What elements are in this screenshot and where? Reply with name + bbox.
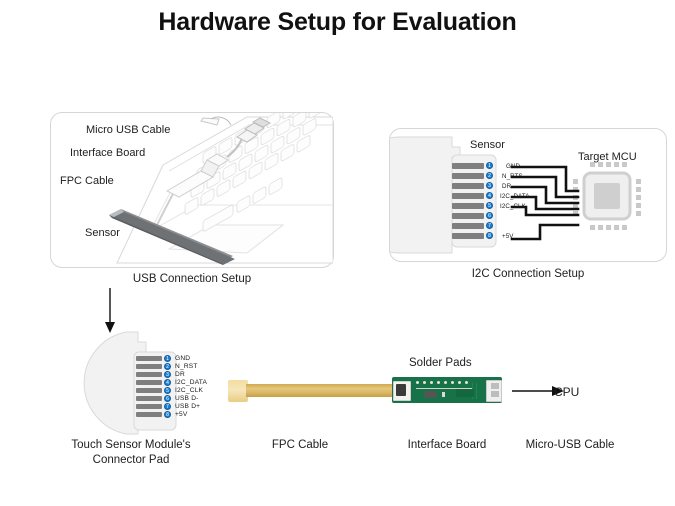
caption-fpc-cable: FPC Cable	[271, 439, 329, 451]
bottom-signal-usb-dm: USB D-	[175, 395, 199, 402]
i2c-signal-i2c-clk: I2C_CLK	[500, 203, 526, 210]
bottom-signal-usb-dp: USB D+	[175, 403, 201, 410]
caption-micro-usb-cable: Micro-USB Cable	[525, 439, 615, 451]
label-solder-pads: Solder Pads	[409, 357, 472, 369]
i2c-pin-dot-2: 2	[486, 172, 493, 179]
bottom-pin-dot-7: 7	[164, 403, 171, 410]
caption-interface-board: Interface Board	[407, 439, 487, 451]
bottom-pin-dot-6: 6	[164, 395, 171, 402]
caption-touch-sensor-line1: Touch Sensor Module's	[71, 439, 191, 451]
label-target-mcu: Target MCU	[578, 151, 637, 163]
bottom-pin-dot-3: 3	[164, 371, 171, 378]
label-cpu: CPU	[554, 385, 580, 399]
i2c-pin-dot-1: 1	[486, 162, 493, 169]
i2c-pin-dot-4: 4	[486, 192, 493, 199]
i2c-signal-gnd: GND	[506, 163, 521, 170]
i2c-pin-dot-7: 7	[486, 222, 493, 229]
bottom-signal-n-rst: N_RST	[175, 363, 198, 370]
caption-touch-sensor-module: Touch Sensor Module's Connector Pad	[66, 438, 196, 468]
i2c-signal-n-rts: N_RTS	[502, 173, 523, 180]
target-mcu-chip	[573, 162, 641, 230]
label-sensor-i2c: Sensor	[470, 139, 505, 151]
bottom-pin-dot-8: 8	[164, 411, 171, 418]
bottom-pin-dot-2: 2	[164, 363, 171, 370]
i2c-signal-5v: +5V	[502, 233, 514, 240]
down-arrow-icon	[105, 288, 115, 333]
fpc-cable-connector-end	[228, 380, 248, 402]
laptop-illustration	[109, 113, 333, 265]
i2c-signal-i2c-data: I2C_DATA	[500, 193, 530, 200]
i2c-pin-dot-3: 3	[486, 182, 493, 189]
label-sensor-usb: Sensor	[85, 227, 120, 239]
i2c-pin-dot-8: 8	[486, 232, 493, 239]
page-title: Hardware Setup for Evaluation	[158, 8, 517, 36]
bottom-signal-5v: +5V	[175, 411, 188, 418]
label-interface-board: Interface Board	[70, 147, 146, 159]
interface-board-pcb	[392, 377, 502, 403]
caption-touch-sensor-line2: Connector Pad	[92, 454, 170, 466]
label-fpc-cable-usb: FPC Cable	[60, 175, 114, 187]
fpc-cable-ribbon	[246, 384, 396, 397]
i2c-panel-caption: I2C Connection Setup	[471, 268, 585, 280]
i2c-pin-dot-5: 5	[486, 202, 493, 209]
i2c-pin-dot-6: 6	[486, 212, 493, 219]
bottom-signal-i2c-data: I2C_DATA	[175, 379, 208, 386]
bottom-signal-i2c-clk: I2C_CLK	[175, 387, 204, 394]
i2c-signal-dr: DR	[502, 183, 512, 190]
label-micro-usb-cable: Micro USB Cable	[86, 124, 171, 136]
bottom-pin-dot-4: 4	[164, 379, 171, 386]
bottom-signal-gnd: GND	[175, 355, 191, 362]
bottom-signal-dr: DR	[175, 371, 185, 378]
bottom-pin-dot-1: 1	[164, 355, 171, 362]
usb-panel-caption: USB Connection Setup	[132, 273, 252, 285]
bottom-pin-dot-5: 5	[164, 387, 171, 394]
